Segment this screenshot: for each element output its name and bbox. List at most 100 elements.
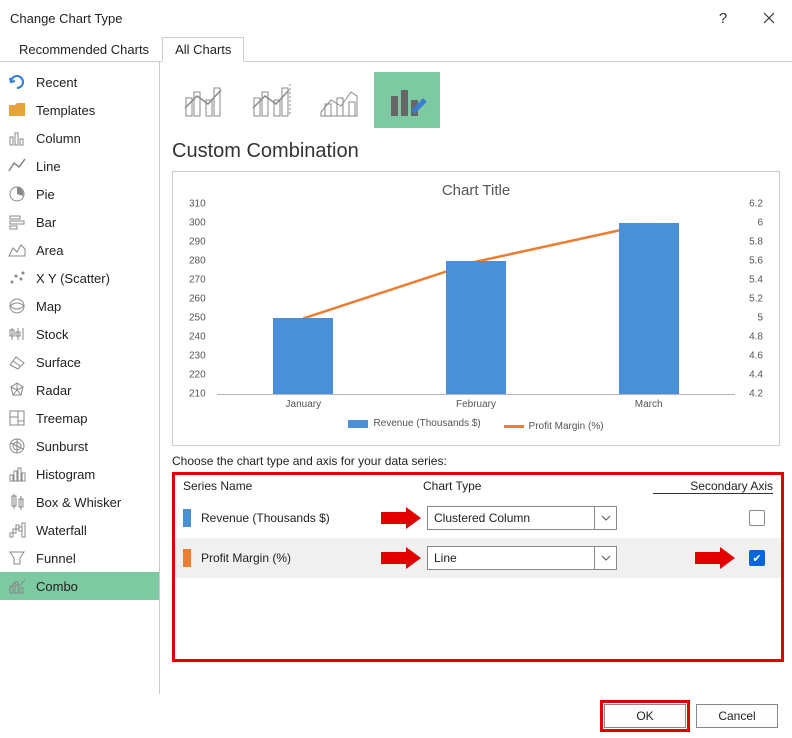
chart-type-icon xyxy=(8,297,26,315)
chart-type-icon xyxy=(8,577,26,595)
chart-type-dropdown-profit[interactable]: Line xyxy=(427,546,617,570)
sidebar-item-area[interactable]: Area xyxy=(0,236,159,264)
chart-type-icon xyxy=(8,409,26,427)
col-chart-type: Chart Type xyxy=(423,479,653,494)
chevron-down-icon xyxy=(594,507,616,529)
chart-type-icon xyxy=(8,157,26,175)
sidebar-item-map[interactable]: Map xyxy=(0,292,159,320)
sidebar-item-x-y-scatter-[interactable]: X Y (Scatter) xyxy=(0,264,159,292)
sidebar-item-label: Waterfall xyxy=(36,523,87,538)
chevron-down-icon xyxy=(594,547,616,569)
sidebar-item-recent[interactable]: Recent xyxy=(0,68,159,96)
combo-subtype-1[interactable] xyxy=(170,72,236,128)
annotation-arrow-icon xyxy=(695,549,735,567)
combo-subtype-2[interactable] xyxy=(238,72,304,128)
chart-type-icon xyxy=(8,493,26,511)
annotation-arrow-icon xyxy=(381,509,421,527)
sidebar-item-column[interactable]: Column xyxy=(0,124,159,152)
tab-all-charts[interactable]: All Charts xyxy=(162,37,244,62)
chart-type-icon xyxy=(8,353,26,371)
sidebar-item-surface[interactable]: Surface xyxy=(0,348,159,376)
sidebar-item-label: Recent xyxy=(36,75,77,90)
sidebar-item-funnel[interactable]: Funnel xyxy=(0,544,159,572)
chart-type-icon xyxy=(8,269,26,287)
sidebar-item-bar[interactable]: Bar xyxy=(0,208,159,236)
chart-type-icon xyxy=(8,101,26,119)
sidebar-item-sunburst[interactable]: Sunburst xyxy=(0,432,159,460)
x-axis-label: February xyxy=(390,399,563,410)
dialog-title: Change Chart Type xyxy=(10,11,700,26)
series-color-swatch xyxy=(183,549,191,567)
chart-type-sidebar: Recent Templates Column Line Pie Bar Area X Y (… xyxy=(0,62,160,694)
help-button[interactable]: ? xyxy=(700,0,746,36)
chart-type-icon xyxy=(8,521,26,539)
close-button[interactable] xyxy=(746,0,792,36)
series-color-swatch xyxy=(183,509,191,527)
sidebar-item-waterfall[interactable]: Waterfall xyxy=(0,516,159,544)
sidebar-item-label: Bar xyxy=(36,215,56,230)
chart-type-icon xyxy=(8,437,26,455)
series-row-revenue[interactable]: Revenue (Thousands $) Clustered Column xyxy=(175,498,781,538)
chart-title: Chart Title xyxy=(187,182,765,199)
sidebar-item-label: Treemap xyxy=(36,411,88,426)
sidebar-item-label: Combo xyxy=(36,579,78,594)
sidebar-item-label: Sunburst xyxy=(36,439,88,454)
chart-type-icon xyxy=(8,129,26,147)
chart-type-icon xyxy=(8,325,26,343)
chart-preview: Chart Title 2102202302402502602702802903… xyxy=(172,171,780,446)
sidebar-item-label: Funnel xyxy=(36,551,76,566)
series-config-prompt: Choose the chart type and axis for your … xyxy=(172,454,786,468)
col-secondary-axis: Secondary Axis xyxy=(653,479,773,494)
col-series-name: Series Name xyxy=(183,479,423,494)
sidebar-item-label: Surface xyxy=(36,355,81,370)
sidebar-item-label: Box & Whisker xyxy=(36,495,121,510)
sidebar-item-label: Stock xyxy=(36,327,69,342)
sidebar-item-histogram[interactable]: Histogram xyxy=(0,460,159,488)
combo-subtype-row xyxy=(170,72,786,128)
tab-recommended-charts[interactable]: Recommended Charts xyxy=(6,37,162,62)
cancel-button[interactable]: Cancel xyxy=(696,704,778,728)
sidebar-item-label: Radar xyxy=(36,383,71,398)
sidebar-item-treemap[interactable]: Treemap xyxy=(0,404,159,432)
annotation-arrow-icon xyxy=(381,549,421,567)
bar xyxy=(446,261,506,394)
bar xyxy=(619,223,679,394)
sidebar-item-line[interactable]: Line xyxy=(0,152,159,180)
section-title: Custom Combination xyxy=(172,140,786,163)
chart-type-icon xyxy=(8,185,26,203)
legend-series-2: Profit Margin (%) xyxy=(504,421,604,432)
sidebar-item-label: X Y (Scatter) xyxy=(36,271,110,286)
sidebar-item-stock[interactable]: Stock xyxy=(0,320,159,348)
sidebar-item-label: Column xyxy=(36,131,81,146)
chart-type-icon xyxy=(8,213,26,231)
combo-subtype-custom[interactable] xyxy=(374,72,440,128)
sidebar-item-label: Area xyxy=(36,243,63,258)
secondary-axis-checkbox-revenue[interactable] xyxy=(749,510,765,526)
sidebar-item-label: Pie xyxy=(36,187,55,202)
sidebar-item-label: Templates xyxy=(36,103,95,118)
sidebar-item-box-whisker[interactable]: Box & Whisker xyxy=(0,488,159,516)
combo-subtype-3[interactable] xyxy=(306,72,372,128)
bar xyxy=(273,318,333,394)
sidebar-item-pie[interactable]: Pie xyxy=(0,180,159,208)
chart-type-icon xyxy=(8,465,26,483)
chart-type-icon xyxy=(8,73,26,91)
sidebar-item-templates[interactable]: Templates xyxy=(0,96,159,124)
secondary-axis-checkbox-profit[interactable]: ✔ xyxy=(749,550,765,566)
series-name-label: Revenue (Thousands $) xyxy=(201,511,381,525)
series-row-profit[interactable]: Profit Margin (%) Line ✔ xyxy=(175,538,781,578)
legend-series-1: Revenue (Thousands $) xyxy=(348,418,480,429)
sidebar-item-radar[interactable]: Radar xyxy=(0,376,159,404)
sidebar-item-combo[interactable]: Combo xyxy=(0,572,159,600)
x-axis-label: March xyxy=(562,399,735,410)
sidebar-item-label: Map xyxy=(36,299,61,314)
chart-type-icon xyxy=(8,381,26,399)
series-name-label: Profit Margin (%) xyxy=(201,551,381,565)
chart-type-dropdown-revenue[interactable]: Clustered Column xyxy=(427,506,617,530)
ok-button[interactable]: OK xyxy=(604,704,686,728)
sidebar-item-label: Line xyxy=(36,159,61,174)
x-axis-label: January xyxy=(217,399,390,410)
chart-type-icon xyxy=(8,241,26,259)
series-config-table: Series Name Chart Type Secondary Axis Re… xyxy=(172,472,784,662)
sidebar-item-label: Histogram xyxy=(36,467,95,482)
